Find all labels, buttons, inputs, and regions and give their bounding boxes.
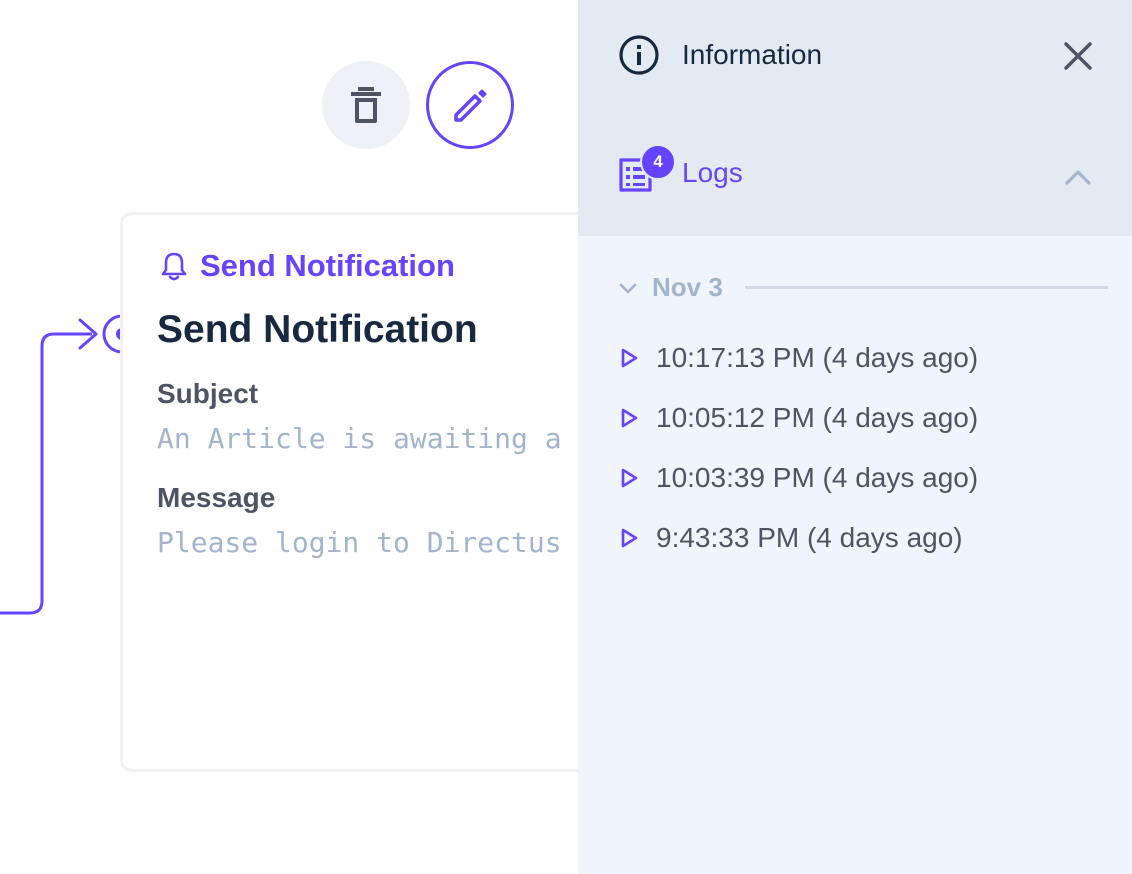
logs-count-badge: 4 bbox=[640, 144, 676, 180]
log-entry-time: 10:03:39 PM (4 days ago) bbox=[656, 462, 979, 493]
logs-section-toggle[interactable]: 4 Logs bbox=[618, 144, 743, 194]
log-entry-time: 10:17:13 PM (4 days ago) bbox=[656, 342, 979, 373]
chevron-up-icon[interactable] bbox=[1062, 162, 1094, 194]
date-divider bbox=[744, 286, 1108, 289]
close-icon[interactable] bbox=[1058, 36, 1098, 76]
message-value: Please login to Directus bbox=[157, 526, 562, 559]
log-entry-time: 9:43:33 PM (4 days ago) bbox=[656, 522, 963, 553]
play-arrow-icon bbox=[621, 528, 638, 548]
operation-type: Send Notification bbox=[160, 248, 455, 284]
chevron-down-icon bbox=[619, 283, 637, 293]
sidebar-header: Information 4 Logs bbox=[578, 0, 1132, 236]
logs-label: Logs bbox=[682, 157, 743, 188]
log-entry[interactable]: 9:43:33 PM (4 days ago) bbox=[620, 522, 963, 554]
subject-value: An Article is awaiting a bbox=[157, 422, 562, 455]
operation-title: Send Notification bbox=[157, 308, 478, 351]
play-arrow-icon bbox=[621, 348, 638, 368]
log-entry[interactable]: 10:05:12 PM (4 days ago) bbox=[620, 402, 978, 434]
log-entry[interactable]: 10:03:39 PM (4 days ago) bbox=[620, 462, 978, 494]
log-entry[interactable]: 10:17:13 PM (4 days ago) bbox=[620, 342, 978, 374]
play-arrow-icon bbox=[621, 408, 638, 428]
date-group-toggle[interactable]: Nov 3 bbox=[618, 272, 1108, 303]
log-entry-time: 10:05:12 PM (4 days ago) bbox=[656, 402, 979, 433]
operation-type-label: Send Notification bbox=[200, 248, 455, 283]
edit-button[interactable] bbox=[426, 61, 514, 149]
date-group-label: Nov 3 bbox=[652, 272, 723, 302]
delete-button[interactable] bbox=[322, 61, 410, 149]
information-label: Information bbox=[682, 39, 823, 70]
info-sidebar: Information 4 Logs Nov 3 10:17:13 PM (4 … bbox=[578, 0, 1132, 874]
flow-canvas: Send Notification Send Notification Subj… bbox=[0, 0, 640, 874]
play-arrow-icon bbox=[621, 468, 638, 488]
information-header: Information bbox=[618, 34, 822, 76]
trash-icon bbox=[351, 87, 381, 123]
info-icon bbox=[619, 35, 659, 75]
subject-label: Subject bbox=[157, 378, 259, 409]
bell-icon bbox=[161, 252, 187, 281]
pencil-icon bbox=[454, 89, 487, 122]
message-label: Message bbox=[157, 482, 276, 513]
